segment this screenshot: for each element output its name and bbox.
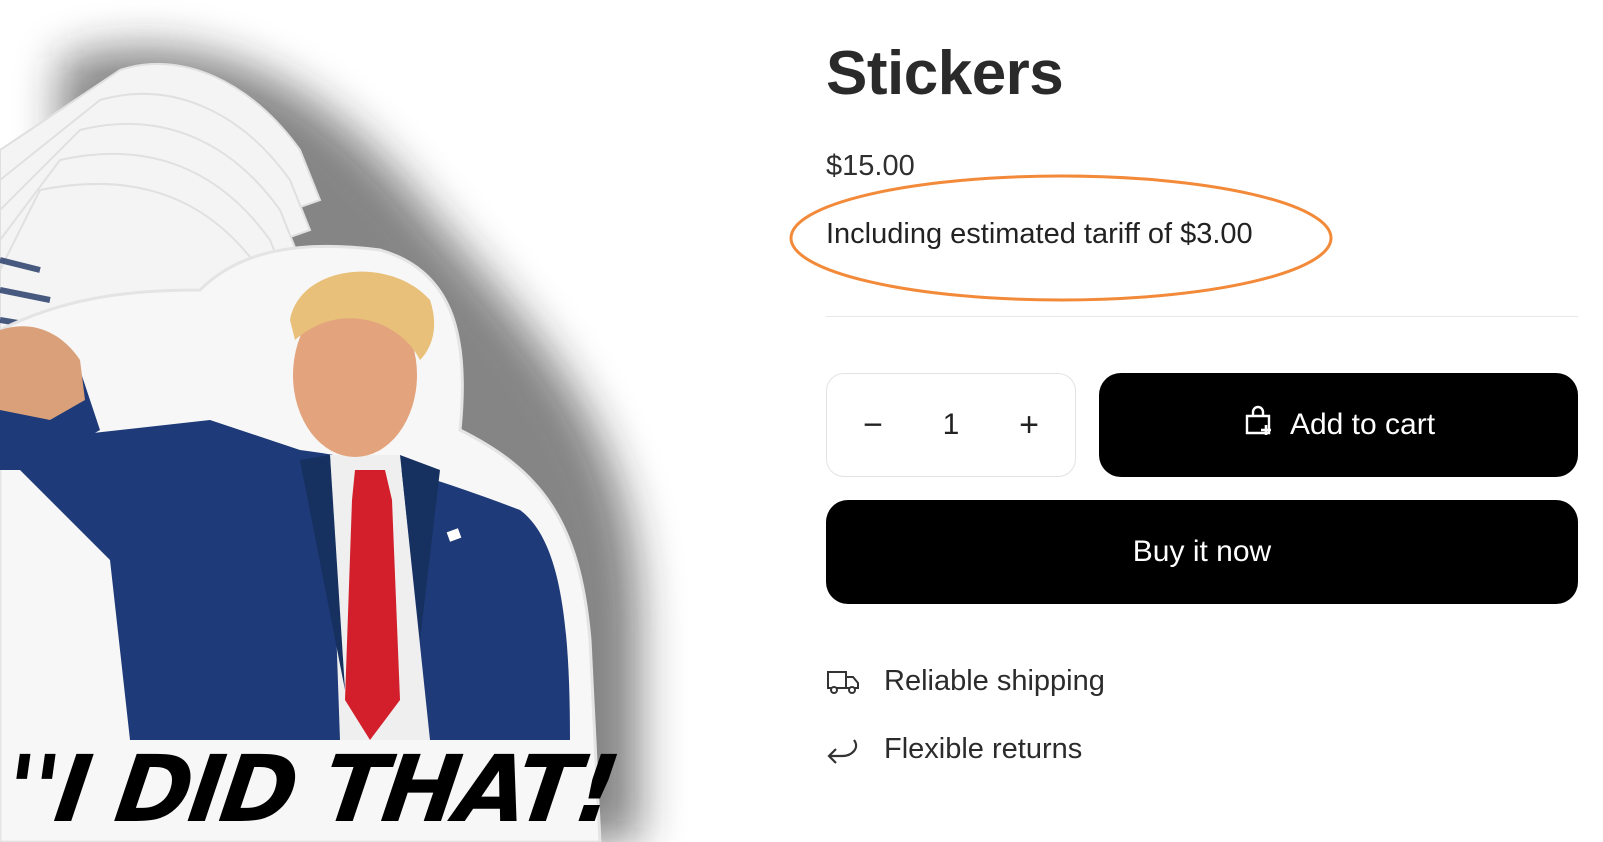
buy-now-label: Buy it now [1132, 535, 1272, 568]
sticker-caption-text: ''I DID THAT! [0, 736, 624, 842]
buy-now-button[interactable]: Buy it now [826, 500, 1578, 604]
feature-shipping: Reliable shipping [826, 664, 1105, 698]
return-arrow-icon [826, 732, 860, 766]
sticker-illustration [0, 47, 640, 842]
cart-plus-icon [1242, 404, 1276, 446]
divider [826, 316, 1578, 317]
quantity-stepper: − 1 + [826, 373, 1076, 477]
quantity-input[interactable]: 1 [921, 408, 981, 442]
add-to-cart-label: Add to cart [1289, 408, 1436, 441]
feature-shipping-label: Reliable shipping [884, 664, 1105, 697]
product-info-panel: Stickers $15.00 Including estimated tari… [789, 0, 1578, 842]
product-title: Stickers [826, 39, 1064, 108]
product-image[interactable]: ''I DID THAT! [0, 0, 700, 842]
feature-returns-label: Flexible returns [884, 732, 1083, 765]
tariff-note: Including estimated tariff of $3.00 [826, 218, 1253, 250]
feature-returns: Flexible returns [826, 732, 1082, 766]
increase-quantity-button[interactable]: + [999, 395, 1059, 455]
decrease-quantity-button[interactable]: − [843, 395, 903, 455]
truck-icon [826, 664, 860, 698]
add-to-cart-button[interactable]: Add to cart [1099, 373, 1578, 477]
